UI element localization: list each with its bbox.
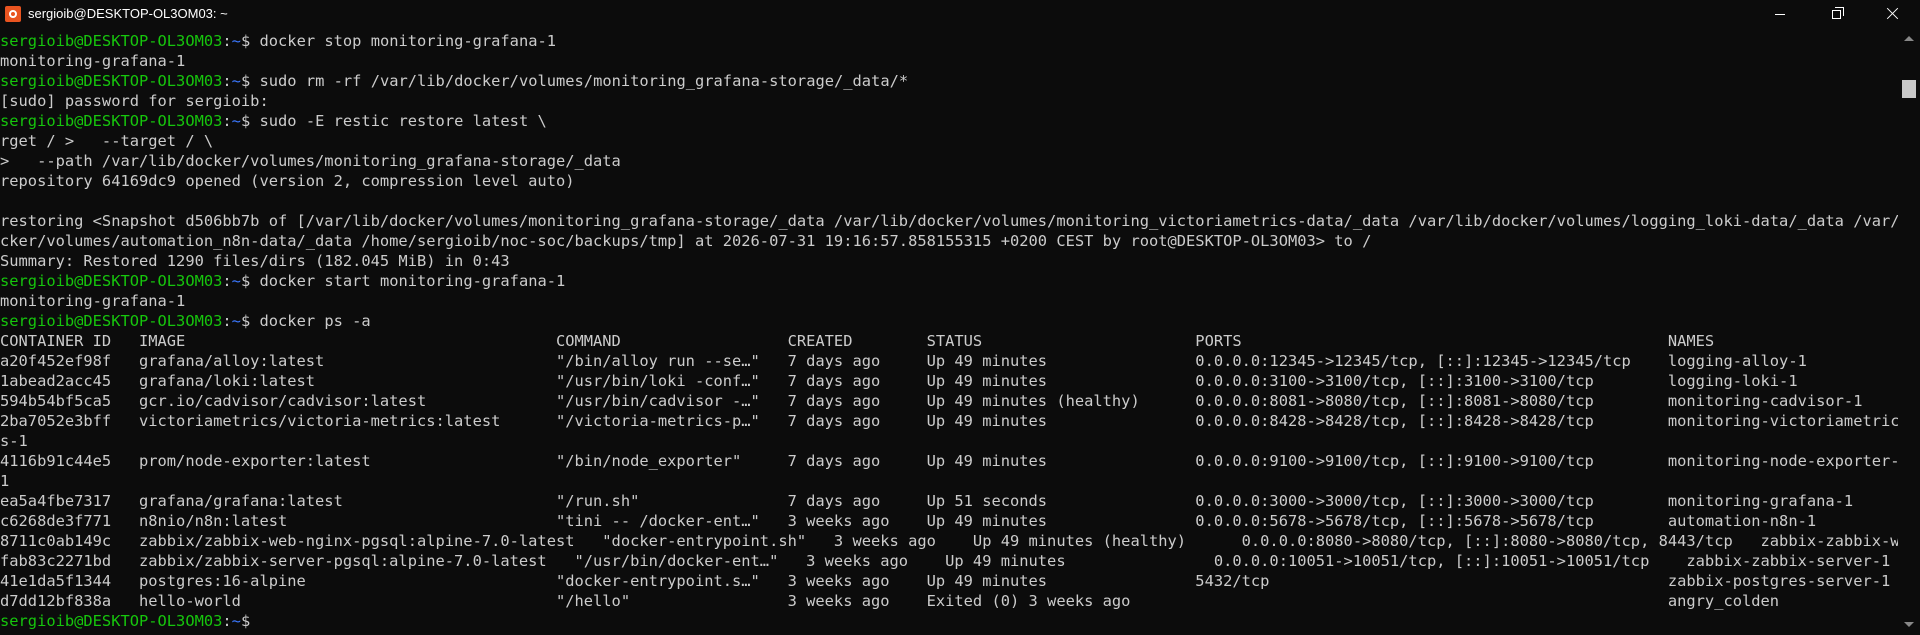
output-line: 2ba7052e3bff victoriametrics/victoria-me… <box>0 412 1898 430</box>
scroll-up-icon[interactable] <box>1904 36 1914 41</box>
prompt-sigil: $ <box>240 32 260 50</box>
prompt-user: sergioib@DESKTOP-OL3OM03 <box>0 72 223 90</box>
output-line: 1abead2acc45 grafana/loki:latest "/usr/b… <box>0 372 1798 390</box>
output-line: [sudo] password for sergioib: <box>0 92 269 110</box>
command-text: docker ps -a <box>259 312 371 330</box>
prompt-sigil: $ <box>240 112 260 130</box>
prompt-line: sergioib@DESKTOP-OL3OM03:~$ <box>0 611 1898 631</box>
prompt-user: sergioib@DESKTOP-OL3OM03 <box>0 312 223 330</box>
output-line: 1 <box>0 472 10 490</box>
prompt-path: ~ <box>231 312 241 330</box>
command-text: sudo -E restic restore latest \ <box>259 112 547 130</box>
terminal-output[interactable]: sergioib@DESKTOP-OL3OM03:~$ docker stop … <box>0 31 1898 635</box>
output-line: 594b54bf5ca5 gcr.io/cadvisor/cadvisor:la… <box>0 392 1863 410</box>
output-line: Summary: Restored 1290 files/dirs (182.0… <box>0 252 510 270</box>
output-line: 4116b91c44e5 prom/node-exporter:latest "… <box>0 452 1898 470</box>
prompt-separator: : <box>222 72 232 90</box>
output-line: ea5a4fbe7317 grafana/grafana:latest "/ru… <box>0 492 1854 510</box>
output-line: d7dd12bf838a hello-world "/hello" 3 week… <box>0 592 1780 610</box>
window-title: sergioib@DESKTOP-OL3OM03: ~ <box>28 6 228 21</box>
restore-icon <box>1831 6 1844 19</box>
prompt-separator: : <box>222 272 232 290</box>
minimize-button[interactable] <box>1752 0 1808 28</box>
close-button[interactable] <box>1864 0 1920 28</box>
prompt-line: sergioib@DESKTOP-OL3OM03:~$ docker start… <box>0 271 1898 291</box>
prompt-user: sergioib@DESKTOP-OL3OM03 <box>0 32 223 50</box>
title-bar[interactable]: sergioib@DESKTOP-OL3OM03: ~ <box>0 0 1920 28</box>
prompt-separator: : <box>222 312 232 330</box>
terminal-window: sergioib@DESKTOP-OL3OM03: ~ sergioib@DES… <box>0 0 1920 635</box>
output-line: restoring <Snapshot d506bb7b of [/var/li… <box>0 212 1898 230</box>
command-text: docker stop monitoring-grafana-1 <box>259 32 557 50</box>
scroll-down-icon[interactable] <box>1904 622 1914 627</box>
output-line: cker/volumes/automation_n8n-data/_data /… <box>0 232 1372 250</box>
output-line: 41e1da5f1344 postgres:16-alpine "docker-… <box>0 572 1891 590</box>
prompt-user: sergioib@DESKTOP-OL3OM03 <box>0 272 223 290</box>
close-icon <box>1885 7 1899 21</box>
command-text: sudo rm -rf /var/lib/docker/volumes/moni… <box>259 72 909 90</box>
vertical-scrollbar[interactable] <box>1898 28 1920 635</box>
output-line: fab83c2271bd zabbix/zabbix-server-pgsql:… <box>0 552 1891 570</box>
prompt-line: sergioib@DESKTOP-OL3OM03:~$ docker stop … <box>0 31 1898 51</box>
output-line: CONTAINER ID IMAGE COMMAND CREATED STATU… <box>0 332 1715 350</box>
prompt-separator: : <box>222 612 232 630</box>
prompt-path: ~ <box>231 112 241 130</box>
prompt-line: sergioib@DESKTOP-OL3OM03:~$ sudo rm -rf … <box>0 71 1898 91</box>
ubuntu-icon <box>5 6 21 22</box>
output-line: 8711c0ab149c zabbix/zabbix-web-nginx-pgs… <box>0 532 1898 550</box>
output-line: a20f452ef98f grafana/alloy:latest "/bin/… <box>0 352 1807 370</box>
output-line: c6268de3f771 n8nio/n8n:latest "tini -- /… <box>0 512 1817 530</box>
output-line: > --path /var/lib/docker/volumes/monitor… <box>0 152 621 170</box>
prompt-sigil: $ <box>240 612 260 630</box>
window-controls <box>1752 0 1920 28</box>
prompt-path: ~ <box>231 72 241 90</box>
prompt-user: sergioib@DESKTOP-OL3OM03 <box>0 112 223 130</box>
prompt-separator: : <box>222 32 232 50</box>
output-line: monitoring-grafana-1 <box>0 52 186 70</box>
prompt-line: sergioib@DESKTOP-OL3OM03:~$ docker ps -a <box>0 311 1898 331</box>
prompt-sigil: $ <box>240 72 260 90</box>
output-line: s-1 <box>0 432 28 450</box>
prompt-line: sergioib@DESKTOP-OL3OM03:~$ sudo -E rest… <box>0 111 1898 131</box>
prompt-path: ~ <box>231 272 241 290</box>
maximize-button[interactable] <box>1808 0 1864 28</box>
prompt-sigil: $ <box>240 272 260 290</box>
output-line: monitoring-grafana-1 <box>0 292 186 310</box>
minimize-icon <box>1775 13 1785 15</box>
output-line: repository 64169dc9 opened (version 2, c… <box>0 172 575 190</box>
output-line: rget / > --target / \ <box>0 132 214 150</box>
scroll-thumb[interactable] <box>1902 80 1916 98</box>
prompt-path: ~ <box>231 32 241 50</box>
prompt-path: ~ <box>231 612 241 630</box>
prompt-separator: : <box>222 112 232 130</box>
prompt-user: sergioib@DESKTOP-OL3OM03 <box>0 612 223 630</box>
prompt-sigil: $ <box>240 312 260 330</box>
command-text: docker start monitoring-grafana-1 <box>259 272 566 290</box>
